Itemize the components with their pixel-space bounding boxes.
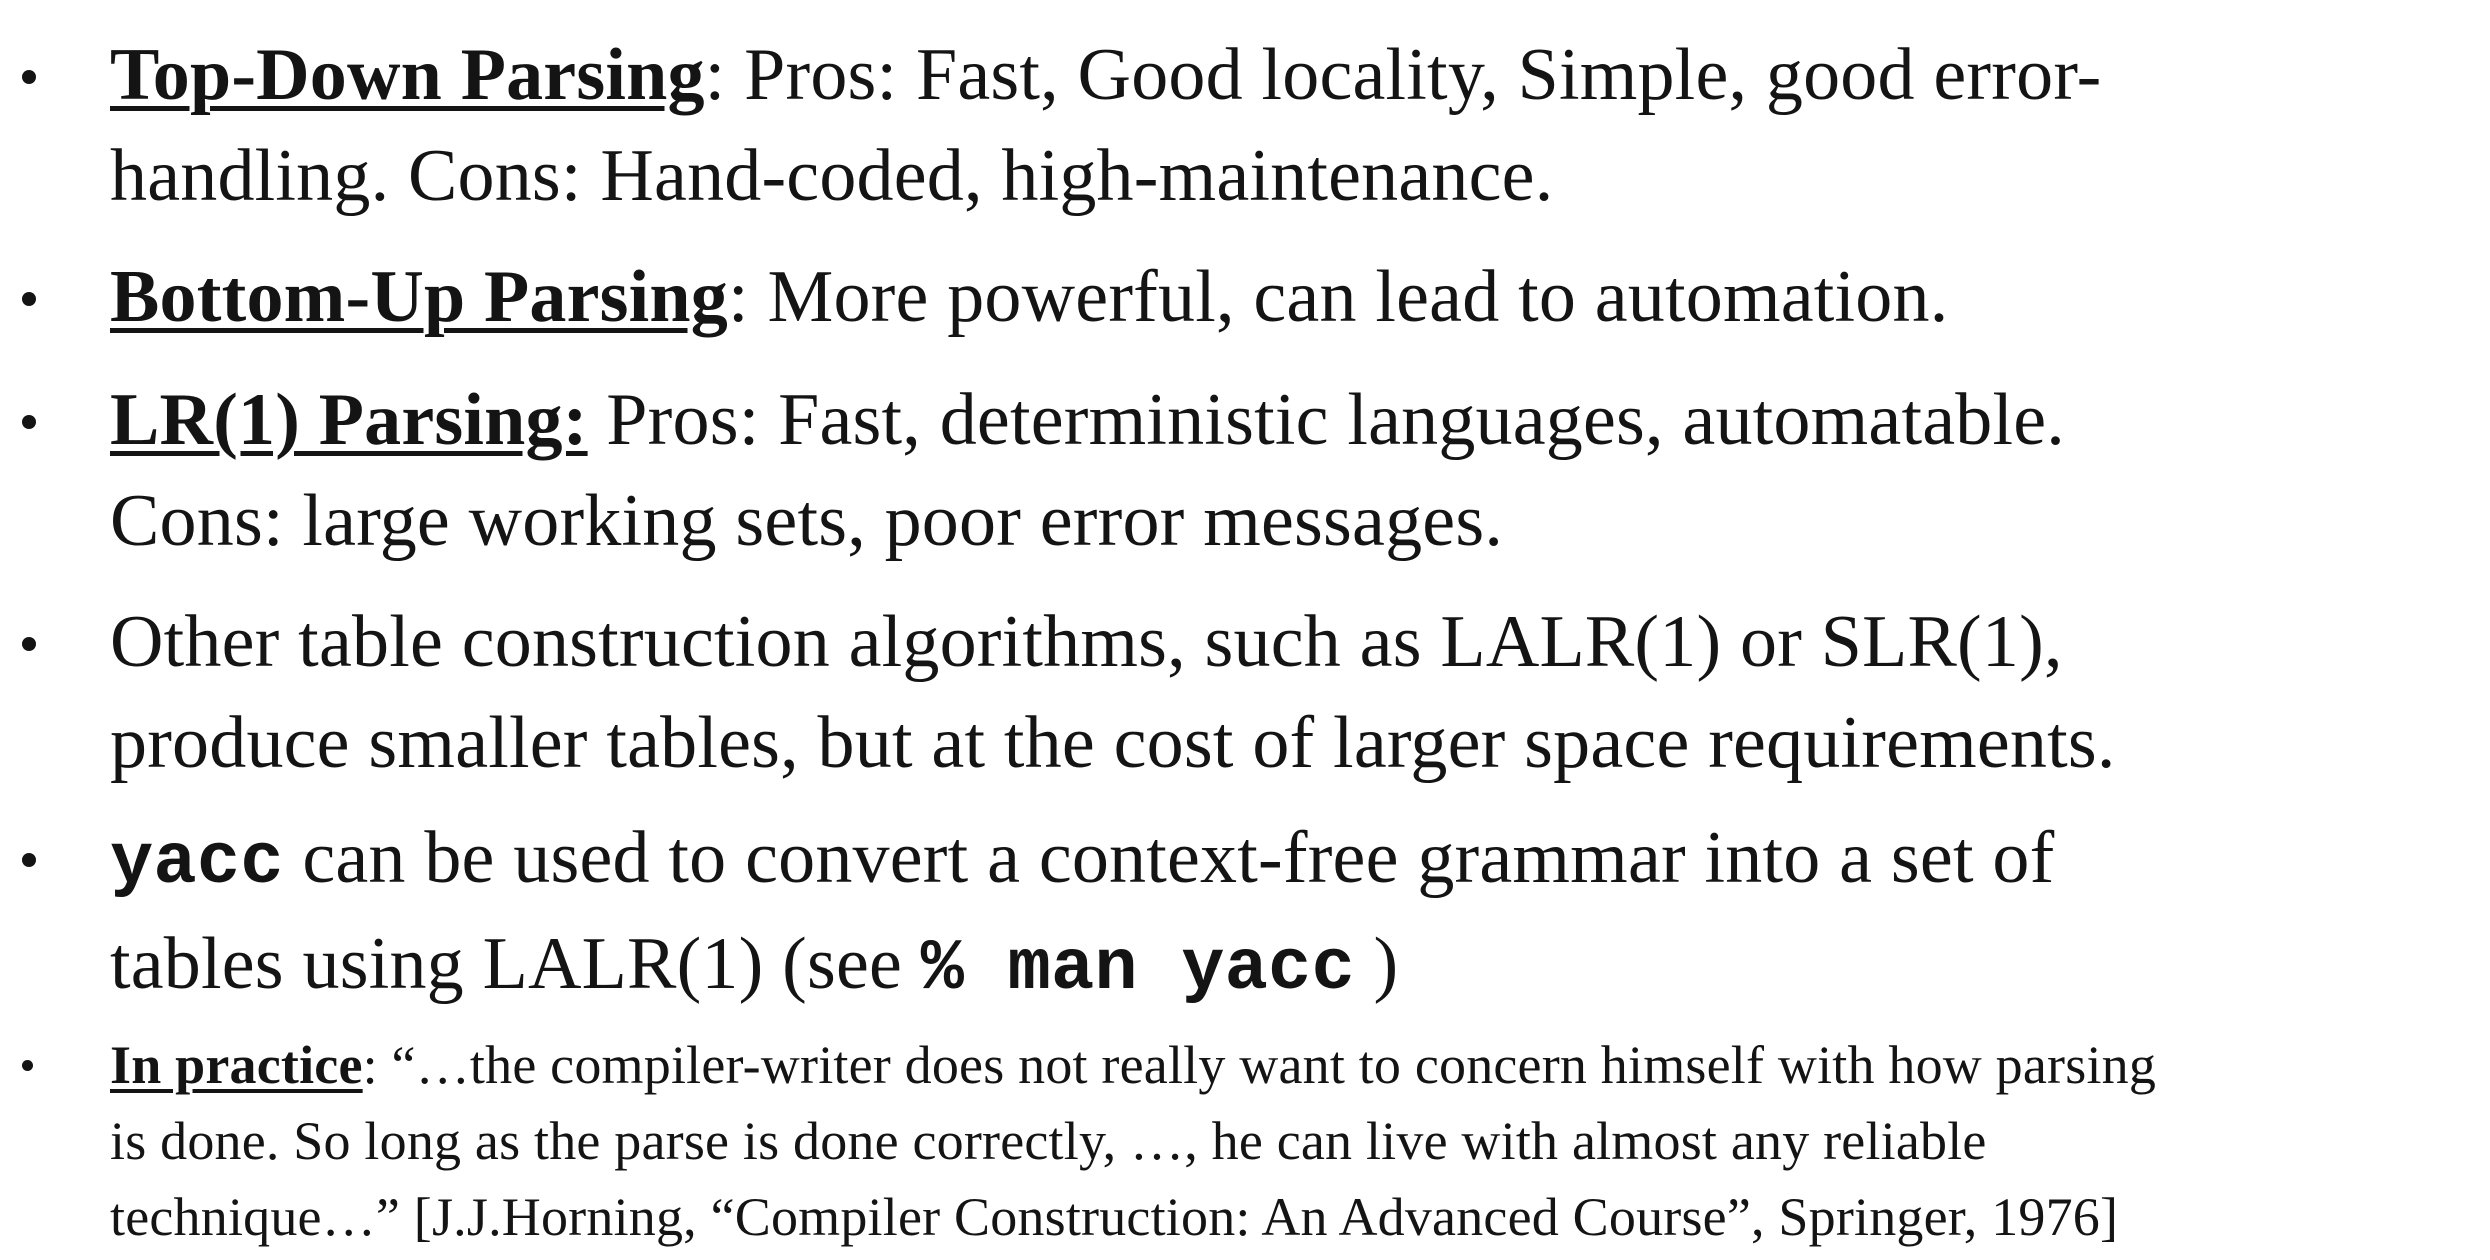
bullet-term: In practice <box>110 1035 363 1095</box>
bullet-line: LR(1) Parsing: Pros: Fast, deterministic… <box>110 370 2480 471</box>
code-yacc: yacc <box>110 822 284 904</box>
bullet-line: tables using LALR(1) (see % man yacc ) <box>110 914 2480 1020</box>
bullet-separator: : <box>362 1035 378 1095</box>
bullet-dot-icon <box>22 292 36 306</box>
bullet-line2: is done. So long as the parse is done co… <box>110 1111 1987 1171</box>
bullet-separator: : <box>727 256 749 338</box>
bullet-dot-icon <box>22 1060 33 1071</box>
bullet-dot-icon <box>22 70 36 84</box>
bullet-line: In practice: “…the compiler-writer does … <box>110 1027 2490 1103</box>
code-man-yacc: % man yacc <box>920 928 1355 1010</box>
bullet-text: Bottom-Up Parsing: More powerful, can le… <box>110 247 2480 348</box>
bullet-separator: : <box>704 34 726 116</box>
bullet-text: LR(1) Parsing: Pros: Fast, deterministic… <box>110 370 2480 572</box>
bullet-text: Top-Down Parsing: Pros: Fast, Good local… <box>110 25 2480 227</box>
slide: Top-Down Parsing: Pros: Fast, Good local… <box>0 0 2490 1260</box>
bullet-text: Other table construction algorithms, suc… <box>110 592 2480 794</box>
bullet-dot-icon <box>22 637 36 651</box>
bullet-line1: Pros: Fast, Good locality, Simple, good … <box>725 34 2102 116</box>
bullet-text: In practice: “…the compiler-writer does … <box>110 1027 2490 1255</box>
bullet-line1: Other table construction algorithms, suc… <box>110 601 2063 683</box>
bullet-text: yacc can be used to convert a context-fr… <box>110 808 2480 1020</box>
bullet-line: Top-Down Parsing: Pros: Fast, Good local… <box>110 25 2480 126</box>
bullet-line2: handling. Cons: Hand-coded, high-mainten… <box>110 135 1554 217</box>
bullet-term: LR(1) Parsing: <box>110 379 588 461</box>
bullet-term: Top-Down Parsing <box>110 34 705 116</box>
bullet-term: Bottom-Up Parsing <box>110 256 728 338</box>
bullet-line2-pre: tables using LALR(1) (see <box>110 923 921 1005</box>
bullet-dot-icon <box>22 853 36 867</box>
bullet-line1: can be used to convert a context-free gr… <box>283 817 2055 899</box>
bullet-line2: Cons: large working sets, poor error mes… <box>110 480 1504 562</box>
bullet-line1: More powerful, can lead to automation. <box>748 256 1949 338</box>
bullet-line2: produce smaller tables, but at the cost … <box>110 702 2116 784</box>
bullet-line1: “…the compiler-writer does not really wa… <box>377 1035 2157 1095</box>
bullet-dot-icon <box>22 415 36 429</box>
bullet-line1: Pros: Fast, deterministic languages, aut… <box>587 379 2065 461</box>
bullet-line: yacc can be used to convert a context-fr… <box>110 808 2480 914</box>
bullet-line2-post: ) <box>1354 923 1399 1005</box>
bullet-line: Bottom-Up Parsing: More powerful, can le… <box>110 247 2480 348</box>
bullet-line3: technique…” [J.J.Horning, “Compiler Cons… <box>110 1187 2119 1247</box>
